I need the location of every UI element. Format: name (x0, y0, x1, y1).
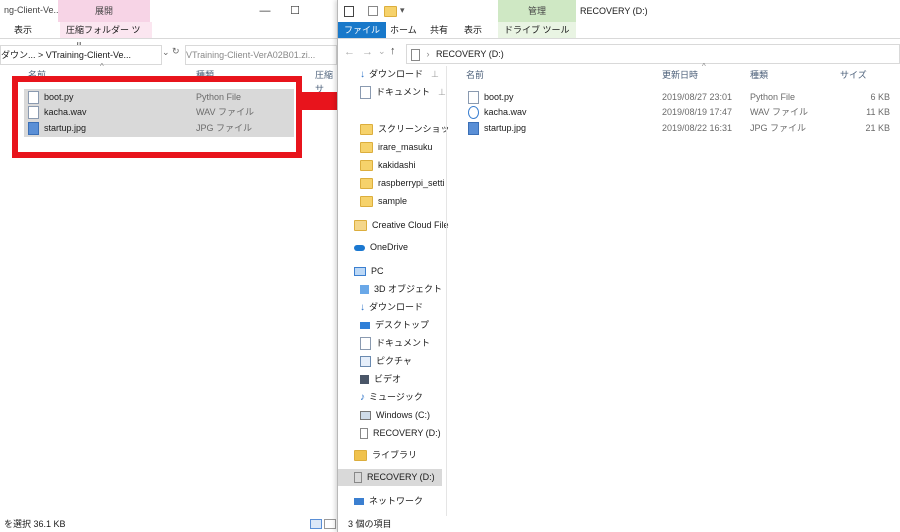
right-file-row[interactable]: boot.py (468, 90, 514, 105)
tab-share[interactable]: 共有 (424, 22, 454, 38)
sort-chevron-icon: ^ (100, 62, 104, 71)
file-size: 11 KB (866, 107, 890, 117)
tab-home[interactable]: ホーム (384, 22, 423, 38)
nav-item-pc[interactable]: PC (354, 263, 384, 280)
file-size: 21 KB (865, 123, 890, 133)
back-icon[interactable]: ← (344, 46, 355, 58)
right-context-tab-group[interactable]: 管理 (498, 0, 576, 22)
file-size: 6 KB (870, 92, 890, 102)
nav-item-windows-c[interactable]: Windows (C:) (360, 407, 430, 424)
nav-item-onedrive[interactable]: OneDrive (354, 239, 408, 256)
right-explorer-window: ▾ 管理 RECOVERY (D:) ファイル ホーム 共有 表示 ドライブ ツ… (337, 0, 900, 532)
maximize-button[interactable]: ☐ (280, 0, 310, 22)
left-address-bar[interactable]: ダウン... > VTraining-Client-Ve... (0, 45, 162, 65)
navigation-pane: ↓ ダウンロード ⊥ ドキュメント ⊥ スクリーンショッ irare_masuku k… (338, 66, 450, 516)
right-ribbon-tabs: ファイル ホーム 共有 表示 ドライブ ツール (338, 22, 900, 39)
left-search-text: VTraining-Client-VerA02B01.zi... (186, 50, 316, 60)
up-icon[interactable]: ↑ (390, 45, 396, 57)
breadcrumb-separator-icon: › (426, 49, 430, 59)
file-type: Python File (750, 92, 796, 102)
sort-chevron-icon: ^ (702, 62, 706, 71)
nav-item-raspberrypi[interactable]: raspberrypi_setti (360, 175, 445, 192)
tiles-view-icon[interactable] (324, 519, 336, 529)
right-status-bar: 3 個の項目 (338, 516, 900, 532)
left-dropdown-icon[interactable]: ⌄ (162, 47, 170, 58)
forward-icon[interactable]: → (362, 46, 373, 58)
nav-item-network[interactable]: ネットワーク (354, 493, 423, 510)
pin-icon: ⊥ (438, 87, 446, 97)
left-status-text: を選択 36.1 KB (4, 519, 66, 529)
left-tab-compressed-tools[interactable]: 圧縮フォルダー ツール (60, 22, 152, 51)
nav-item-pictures[interactable]: ピクチャ (360, 353, 412, 370)
left-status-bar: を選択 36.1 KB (0, 516, 340, 532)
right-col-date[interactable]: 更新日時 (662, 68, 698, 82)
file-date: 2019/08/22 16:31 (662, 123, 733, 133)
left-ribbon-tabs: 表示 圧縮フォルダー ツール (0, 22, 340, 51)
right-file-row[interactable]: startup.jpg (468, 121, 526, 136)
nav-item-desktop[interactable]: デスクトップ (360, 317, 429, 334)
nav-item-recovery-d-root[interactable]: RECOVERY (D:) (354, 469, 435, 486)
nav-item-documents-pc[interactable]: ドキュメント (360, 335, 430, 352)
file-type: WAV ファイル (750, 107, 808, 117)
right-window-title: RECOVERY (D:) (580, 6, 648, 16)
file-date: 2019/08/27 23:01 (662, 92, 733, 102)
left-tab-view[interactable]: 表示 (8, 22, 38, 38)
pin-icon: ⊥ (431, 69, 439, 79)
nav-item-kakidashi[interactable]: kakidashi (360, 157, 416, 174)
nav-item-downloads[interactable]: ↓ ダウンロード ⊥ (360, 66, 439, 83)
drive-icon (411, 48, 420, 61)
left-search-box[interactable]: VTraining-Client-VerA02B01.zi... (185, 45, 337, 65)
properties-icon[interactable] (368, 6, 378, 16)
nav-item-downloads-pc[interactable]: ↓ ダウンロード (360, 299, 423, 316)
qat-dropdown-icon[interactable]: ▾ (400, 5, 405, 16)
nav-item-videos[interactable]: ビデオ (360, 371, 401, 388)
right-titlebar: ▾ 管理 RECOVERY (D:) (338, 0, 900, 22)
tab-file[interactable]: ファイル (338, 22, 387, 38)
left-address-text: ダウン... > VTraining-Client-Ve... (1, 50, 131, 60)
left-window-title: ng-Client-Ve... (4, 5, 62, 15)
details-view-icon[interactable] (310, 519, 322, 529)
right-col-type[interactable]: 種類 (750, 68, 768, 82)
right-file-row[interactable]: kacha.wav (468, 105, 527, 120)
left-refresh-icon[interactable]: ↻ (172, 46, 180, 57)
left-titlebar: ng-Client-Ve... 展開 — ☐ (0, 0, 340, 22)
right-col-size[interactable]: サイズ (840, 68, 867, 82)
right-address-text: RECOVERY (D:) (436, 49, 504, 59)
nav-item-creative-cloud[interactable]: Creative Cloud File (354, 217, 449, 234)
tab-view[interactable]: 表示 (458, 22, 488, 38)
pane-splitter[interactable] (446, 66, 447, 516)
file-date: 2019/08/19 17:47 (662, 107, 733, 117)
window-icon (344, 6, 354, 17)
nav-item-documents[interactable]: ドキュメント ⊥ (360, 84, 446, 101)
right-status-text: 3 個の項目 (348, 519, 392, 529)
nav-item-3d-objects[interactable]: 3D オブジェクト (360, 281, 442, 298)
recent-dropdown-icon[interactable]: ⌄ (378, 46, 386, 57)
right-address-bar[interactable]: › RECOVERY (D:) (406, 44, 900, 64)
tab-drive-tools[interactable]: ドライブ ツール (498, 22, 576, 38)
nav-item-libraries[interactable]: ライブラリ (354, 447, 417, 464)
minimize-button[interactable]: — (250, 0, 280, 22)
right-col-name[interactable]: 名前 (466, 68, 484, 82)
annotation-highlight-box (12, 76, 302, 158)
nav-item-recovery-d[interactable]: RECOVERY (D:) (360, 425, 441, 442)
nav-item-music[interactable]: ♪ ミュージック (360, 389, 423, 406)
nav-item-irare-masuku[interactable]: irare_masuku (360, 139, 433, 156)
file-type: JPG ファイル (750, 123, 807, 133)
nav-item-screenshots[interactable]: スクリーンショッ (360, 121, 450, 138)
nav-item-sample[interactable]: sample (360, 193, 407, 210)
left-context-tab-group[interactable]: 展開 (58, 0, 150, 22)
